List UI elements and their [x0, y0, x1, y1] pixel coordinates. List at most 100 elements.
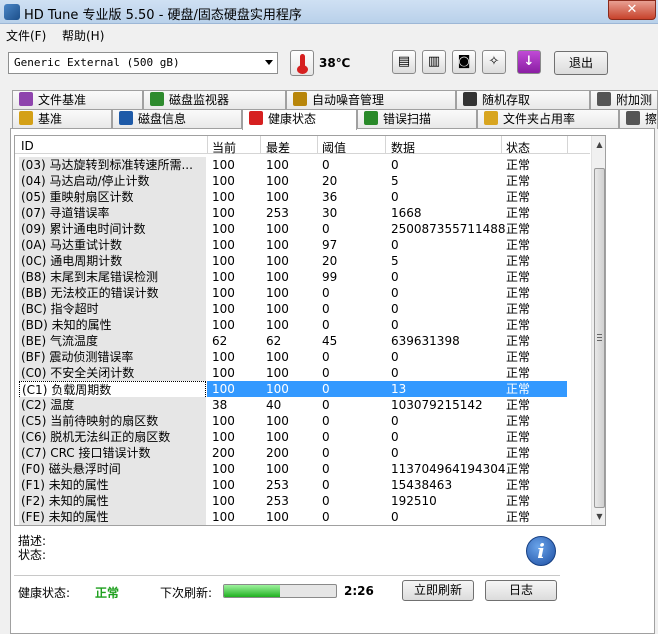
scrollbar-thumb[interactable] — [594, 168, 605, 508]
table-row[interactable]: (B8) 末尾到末尾错误检测 100 100 99 0 正常 — [15, 269, 590, 285]
attribute-name-cell: (B8) 末尾到末尾错误检测 — [19, 269, 206, 285]
worst-cell: 100 — [266, 414, 289, 428]
copy-text-button[interactable]: ▤ — [392, 50, 416, 74]
status-cell: 正常 — [506, 494, 531, 508]
header-data[interactable]: 数据 — [391, 139, 415, 156]
threshold-cell: 0 — [322, 414, 330, 428]
current-cell: 100 — [212, 254, 235, 268]
table-row[interactable]: (BD) 未知的属性 100 100 0 0 正常 — [15, 317, 590, 333]
copy-screen-button[interactable]: ▥ — [422, 50, 446, 74]
table-row[interactable]: (C6) 脱机无法纠正的扇区数 100 100 0 0 正常 — [15, 429, 590, 445]
current-cell: 38 — [212, 398, 228, 412]
smart-table[interactable]: ID 当前 最差 阈值 数据 状态 (03) 马达旋转到标准转速所需... 100… — [14, 135, 606, 526]
table-scrollbar[interactable]: ▲ ▼ — [591, 136, 605, 525]
data-cell: 5 — [391, 254, 399, 268]
attribute-name-cell: (C6) 脱机无法纠正的扇区数 — [19, 429, 206, 445]
drive-select[interactable]: Generic External (500 gB) — [8, 52, 278, 74]
current-cell: 100 — [212, 222, 235, 236]
scroll-up-icon[interactable]: ▲ — [593, 137, 605, 152]
tab-random-access[interactable]: 随机存取 — [456, 90, 590, 110]
tab-extra-tests[interactable]: 附加测 — [590, 90, 658, 110]
status-cell: 正常 — [506, 462, 531, 476]
column-divider[interactable] — [260, 136, 261, 154]
current-cell: 100 — [212, 302, 235, 316]
table-row[interactable]: (C2) 温度 38 40 0 103079215142 正常 — [15, 397, 590, 413]
column-divider[interactable] — [567, 136, 568, 154]
extra-tests-icon — [597, 92, 611, 106]
exit-button[interactable]: 退出 — [554, 51, 608, 75]
tab-benchmark[interactable]: 基准 — [12, 109, 112, 129]
table-row[interactable]: (09) 累计通电时间计数 100 100 0 250087355711488 正常 — [15, 221, 590, 237]
tab-disk-monitor[interactable]: 磁盘监视器 — [143, 90, 286, 110]
header-id[interactable]: ID — [21, 139, 34, 153]
tab-erase[interactable]: 擦 — [619, 109, 658, 129]
close-button[interactable]: ✕ — [608, 0, 656, 20]
data-cell: 15438463 — [391, 478, 453, 492]
data-cell: 0 — [391, 190, 399, 204]
next-refresh-label: 下次刷新: — [160, 586, 213, 600]
refresh-now-button[interactable]: 立即刷新 — [402, 580, 474, 601]
options-button[interactable]: ✧ — [482, 50, 506, 74]
chevron-down-icon[interactable] — [265, 60, 273, 65]
threshold-cell: 0 — [322, 510, 330, 524]
worst-cell: 62 — [266, 334, 282, 348]
header-threshold[interactable]: 阈值 — [322, 139, 346, 156]
tab-disk-info[interactable]: 磁盘信息 — [112, 109, 242, 129]
table-row[interactable]: (C7) CRC 接口错误计数 200 200 0 0 正常 — [15, 445, 590, 461]
screenshot-button[interactable]: ◙ — [452, 50, 476, 74]
table-row[interactable]: (C5) 当前待映射的扇区数 100 100 0 0 正常 — [15, 413, 590, 429]
table-row[interactable]: (05) 重映射扇区计数 100 100 36 0 正常 — [15, 189, 590, 205]
scroll-down-icon[interactable]: ▼ — [593, 509, 605, 524]
table-row[interactable]: (C0) 不安全关闭计数 100 100 0 0 正常 — [15, 365, 590, 381]
current-cell: 100 — [212, 382, 235, 396]
menu-file[interactable]: 文件(F) — [6, 27, 46, 44]
attribute-name-cell: (03) 马达旋转到标准转速所需... — [19, 157, 206, 173]
table-row[interactable]: (C1) 负载周期数 100 100 0 13 正常 — [15, 381, 590, 399]
column-divider[interactable] — [385, 136, 386, 154]
tab-health[interactable]: 健康状态 — [242, 109, 357, 130]
table-row[interactable]: (0C) 通电周期计数 100 100 20 5 正常 — [15, 253, 590, 269]
tab-file-benchmark[interactable]: 文件基准 — [12, 90, 143, 110]
header-status[interactable]: 状态 — [506, 139, 530, 156]
column-divider[interactable] — [207, 136, 208, 154]
header-current[interactable]: 当前 — [212, 139, 236, 156]
table-row[interactable]: (03) 马达旋转到标准转速所需... 100 100 0 0 正常 — [15, 157, 590, 173]
column-divider[interactable] — [317, 136, 318, 154]
current-cell: 100 — [212, 462, 235, 476]
threshold-cell: 0 — [322, 366, 330, 380]
table-row[interactable]: (BC) 指令超时 100 100 0 0 正常 — [15, 301, 590, 317]
threshold-cell: 97 — [322, 238, 338, 252]
worst-cell: 100 — [266, 238, 289, 252]
table-row[interactable]: (04) 马达启动/停止计数 100 100 20 5 正常 — [15, 173, 590, 189]
table-row[interactable]: (F1) 未知的属性 100 253 0 15438463 正常 — [15, 477, 590, 493]
table-row[interactable]: (0A) 马达重试计数 100 100 97 0 正常 — [15, 237, 590, 253]
table-row[interactable]: (BB) 无法校正的错误计数 100 100 0 0 正常 — [15, 285, 590, 301]
status-cell: 正常 — [506, 478, 531, 492]
table-row[interactable]: (07) 寻道错误率 100 253 30 1668 正常 — [15, 205, 590, 221]
table-row[interactable]: (BE) 气流温度 62 62 45 639631398 正常 — [15, 333, 590, 349]
status-cell: 正常 — [506, 334, 531, 348]
status-cell: 正常 — [506, 174, 531, 188]
threshold-cell: 0 — [322, 302, 330, 316]
tab-folder-usage[interactable]: 文件夹占用率 — [477, 109, 619, 129]
tab-error-scan[interactable]: 错误扫描 — [357, 109, 477, 129]
save-button[interactable]: ↓ — [517, 50, 541, 74]
data-cell: 0 — [391, 414, 399, 428]
table-row[interactable]: (FE) 未知的属性 100 100 0 0 正常 — [15, 509, 590, 525]
threshold-cell: 30 — [322, 206, 338, 220]
log-button[interactable]: 日志 — [485, 580, 557, 601]
header-worst[interactable]: 最差 — [266, 139, 290, 156]
data-cell: 0 — [391, 430, 399, 444]
table-row[interactable]: (F2) 未知的属性 100 253 0 192510 正常 — [15, 493, 590, 509]
table-row[interactable]: (F0) 磁头悬浮时间 100 100 0 113704964194304 正常 — [15, 461, 590, 477]
tab-noise-management[interactable]: 自动噪音管理 — [286, 90, 456, 110]
column-divider[interactable] — [501, 136, 502, 154]
attribute-name-cell: (BE) 气流温度 — [19, 333, 206, 349]
data-cell: 192510 — [391, 494, 437, 508]
info-icon[interactable]: i — [526, 536, 556, 566]
table-row[interactable]: (BF) 震动侦测错误率 100 100 0 0 正常 — [15, 349, 590, 365]
menu-help[interactable]: 帮助(H) — [62, 27, 104, 44]
status-cell: 正常 — [506, 366, 531, 380]
worst-cell: 100 — [266, 222, 289, 236]
worst-cell: 253 — [266, 478, 289, 492]
